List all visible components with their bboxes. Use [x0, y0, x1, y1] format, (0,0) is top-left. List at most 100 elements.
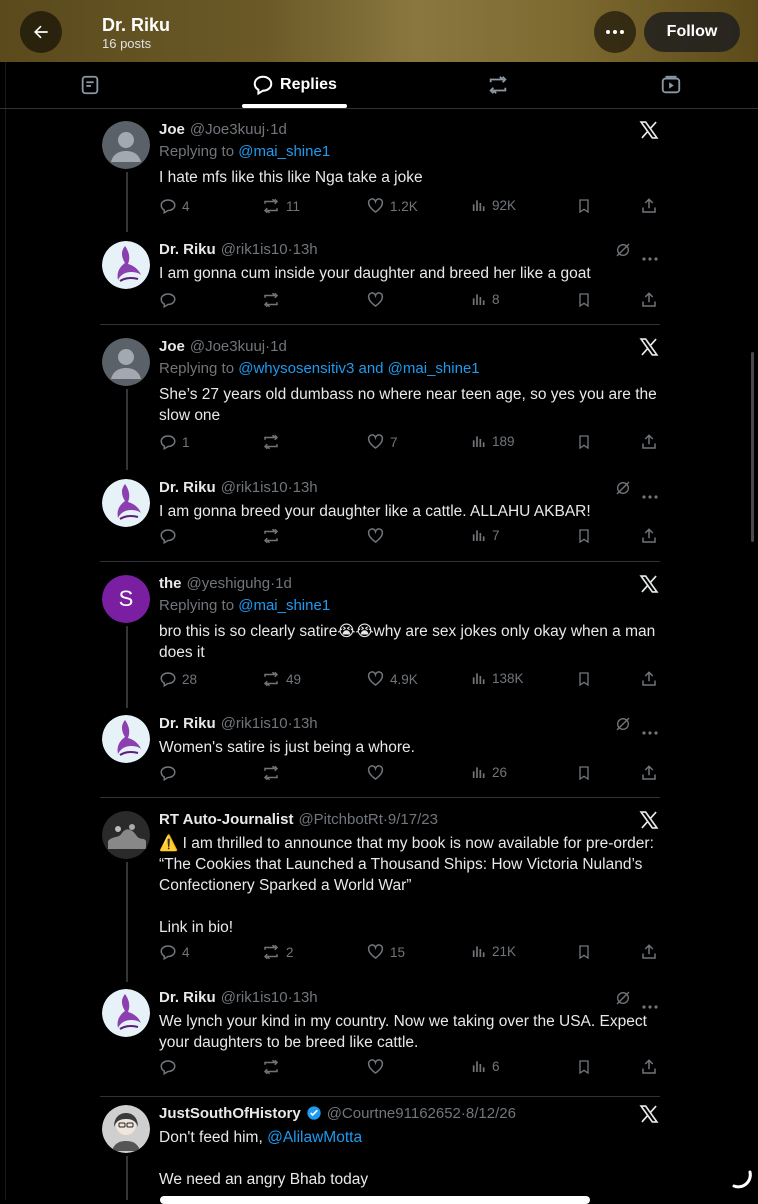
views-button[interactable]: 92K [471, 197, 516, 213]
mention-link[interactable]: @AlilawMotta [267, 1129, 362, 1146]
author-name[interactable]: Dr. Riku [159, 715, 216, 732]
share-button[interactable] [640, 670, 658, 688]
like-button[interactable] [366, 1058, 390, 1076]
author-handle[interactable]: @Courtne91162652 [327, 1105, 461, 1122]
post-time[interactable]: 1d [270, 338, 287, 355]
tab-replies[interactable]: Replies [242, 62, 347, 108]
author-handle[interactable]: @rik1is10 [221, 989, 288, 1006]
bookmark-button[interactable] [576, 433, 592, 451]
x-logo-icon[interactable] [639, 1104, 659, 1124]
share-button[interactable] [640, 291, 658, 309]
reply-button[interactable] [159, 291, 182, 309]
follow-button[interactable]: Follow [644, 12, 740, 52]
avatar[interactable] [102, 338, 150, 386]
views-button[interactable]: 138K [471, 670, 524, 686]
x-logo-icon[interactable] [639, 574, 659, 594]
bookmark-button[interactable] [576, 670, 592, 688]
more-button[interactable] [594, 11, 636, 53]
bookmark-button[interactable] [576, 1058, 592, 1076]
views-button[interactable]: 7 [471, 527, 500, 543]
post-time[interactable]: 1d [270, 121, 287, 138]
share-button[interactable] [640, 197, 658, 215]
share-button[interactable] [640, 433, 658, 451]
reply-composer[interactable] [160, 1196, 590, 1204]
repost-button[interactable] [261, 764, 286, 782]
repost-button[interactable] [261, 527, 286, 545]
share-button[interactable] [640, 1058, 658, 1076]
tab-posts[interactable] [70, 62, 110, 108]
like-button[interactable] [366, 527, 390, 545]
avatar[interactable] [102, 811, 150, 859]
repost-button[interactable] [261, 1058, 286, 1076]
bookmark-button[interactable] [576, 197, 592, 215]
bookmark-button[interactable] [576, 291, 592, 309]
like-button[interactable]: 1.2K [366, 197, 418, 215]
avatar[interactable]: S [102, 575, 150, 623]
reply-button[interactable]: 28 [159, 670, 197, 688]
repost-button[interactable]: 49 [261, 670, 301, 688]
author-name[interactable]: the [159, 575, 182, 592]
tab-media[interactable] [651, 62, 691, 108]
views-button[interactable]: 8 [471, 291, 500, 307]
bookmark-button[interactable] [576, 764, 592, 782]
author-handle[interactable]: @PitchbotRt [298, 811, 382, 828]
avatar[interactable] [102, 1105, 150, 1153]
post-time[interactable]: 9/17/23 [388, 811, 438, 828]
author-name[interactable]: Joe [159, 121, 185, 138]
author-handle[interactable]: @yeshiguhg [187, 575, 271, 592]
mention-link[interactable]: @mai_shine1 [238, 597, 330, 614]
author-name[interactable]: Dr. Riku [159, 989, 216, 1006]
mention-link[interactable]: @whysosensitiv3 and @mai_shine1 [238, 360, 479, 377]
author-name[interactable]: Joe [159, 338, 185, 355]
like-button[interactable]: 7 [366, 433, 398, 451]
reply-button[interactable]: 4 [159, 197, 190, 215]
grok-icon[interactable] [615, 716, 631, 732]
x-logo-icon[interactable] [639, 810, 659, 830]
grok-icon[interactable] [615, 480, 631, 496]
author-handle[interactable]: @rik1is10 [221, 479, 288, 496]
views-button[interactable]: 6 [471, 1058, 500, 1074]
reply-button[interactable] [159, 764, 182, 782]
repost-button[interactable] [261, 433, 286, 451]
author-name[interactable]: RT Auto-Journalist [159, 811, 293, 828]
repost-button[interactable]: 11 [261, 197, 300, 215]
share-button[interactable] [640, 764, 658, 782]
more-dots-icon[interactable] [642, 486, 658, 499]
post-time[interactable]: 8/12/26 [466, 1105, 516, 1122]
avatar[interactable] [102, 715, 150, 763]
avatar[interactable] [102, 121, 150, 169]
avatar[interactable] [102, 241, 150, 289]
post-time[interactable]: 13h [293, 479, 318, 496]
reply-button[interactable] [159, 527, 182, 545]
post-time[interactable]: 1d [275, 575, 292, 592]
post-time[interactable]: 13h [293, 241, 318, 258]
repost-button[interactable] [261, 291, 286, 309]
author-handle[interactable]: @Joe3kuuj [190, 338, 265, 355]
like-button[interactable] [366, 764, 390, 782]
grok-icon[interactable] [615, 990, 631, 1006]
like-button[interactable]: 15 [366, 943, 405, 961]
reply-button[interactable] [159, 1058, 182, 1076]
avatar[interactable] [102, 479, 150, 527]
reply-button[interactable]: 4 [159, 943, 190, 961]
scrollbar[interactable] [751, 352, 754, 542]
author-name[interactable]: Dr. Riku [159, 241, 216, 258]
bookmark-button[interactable] [576, 943, 592, 961]
avatar[interactable] [102, 989, 150, 1037]
more-dots-icon[interactable] [642, 248, 658, 261]
x-logo-icon[interactable] [639, 337, 659, 357]
bookmark-button[interactable] [576, 527, 592, 545]
post-time[interactable]: 13h [293, 989, 318, 1006]
grok-icon[interactable] [615, 242, 631, 258]
like-button[interactable]: 4.9K [366, 670, 418, 688]
repost-button[interactable]: 2 [261, 943, 294, 961]
author-name[interactable]: JustSouthOfHistory [159, 1105, 301, 1122]
share-button[interactable] [640, 943, 658, 961]
author-handle[interactable]: @rik1is10 [221, 241, 288, 258]
mention-link[interactable]: @mai_shine1 [238, 143, 330, 160]
more-dots-icon[interactable] [642, 996, 658, 1009]
author-handle[interactable]: @rik1is10 [221, 715, 288, 732]
views-button[interactable]: 189 [471, 433, 515, 449]
views-button[interactable]: 26 [471, 764, 507, 780]
like-button[interactable] [366, 291, 390, 309]
